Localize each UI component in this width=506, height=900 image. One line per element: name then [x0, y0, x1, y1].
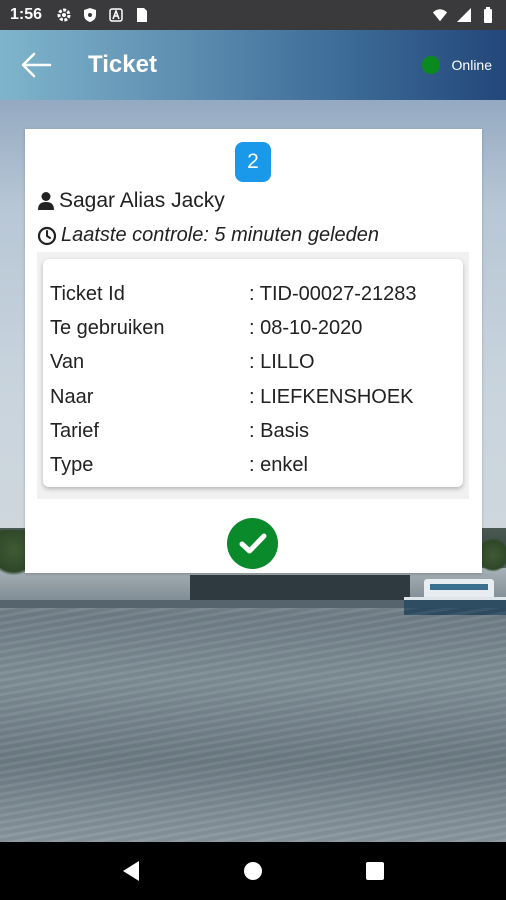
ticket-count-badge: 2	[235, 142, 271, 182]
clock-icon	[37, 226, 57, 245]
online-indicator	[421, 56, 440, 74]
user-icon	[38, 192, 54, 210]
wifi-icon	[432, 7, 448, 23]
detail-row-to: Naar : LIEFKENSHOEK	[43, 380, 463, 414]
status-icons-left	[56, 7, 150, 23]
online-label: Online	[451, 57, 492, 73]
detail-value: : LIEFKENSHOEK	[249, 385, 414, 408]
detail-label: Naar	[50, 385, 94, 408]
sim-icon	[134, 7, 150, 23]
barge	[190, 575, 410, 603]
detail-value: : Basis	[249, 419, 310, 442]
detail-value: : enkel	[249, 454, 308, 477]
navigation-bar	[0, 842, 506, 900]
status-time: 1:56	[10, 6, 43, 23]
last-check-text: Laatste controle: 5 minuten geleden	[61, 224, 379, 246]
detail-row-ticket-id: Ticket Id : TID-00027-21283	[43, 277, 463, 311]
arrow-left-icon	[21, 52, 52, 78]
status-bar: 1:56	[0, 0, 506, 30]
back-triangle-icon	[123, 861, 139, 881]
detail-value: : 08-10-2020	[249, 316, 363, 339]
connection-status: Online	[421, 56, 492, 74]
app-header: Ticket Online	[0, 30, 506, 100]
page-title: Ticket	[88, 51, 157, 78]
a-icon	[108, 7, 124, 23]
back-button[interactable]	[16, 45, 56, 85]
detail-value: : TID-00027-21283	[249, 282, 417, 305]
detail-row-from: Van : LILLO	[43, 346, 463, 380]
shield-icon	[82, 7, 98, 23]
ticket-card: 2 Sagar Alias Jacky Laatste controle: 5 …	[25, 129, 482, 573]
checkmark-icon	[239, 533, 266, 553]
detail-value: : LILLO	[249, 351, 315, 374]
detail-row-fare: Tarief : Basis	[43, 414, 463, 448]
ticket-details: Ticket Id : TID-00027-21283 Te gebruiken…	[43, 259, 463, 487]
signal-icon	[456, 7, 472, 23]
battery-icon	[480, 7, 496, 23]
nav-back-button[interactable]	[111, 851, 151, 891]
status-icons-right	[432, 7, 496, 23]
detail-row-type: Type : enkel	[43, 448, 463, 482]
home-circle-icon	[244, 862, 262, 880]
recents-square-icon	[366, 862, 384, 880]
trees	[480, 535, 506, 575]
water	[0, 608, 506, 842]
validated-check	[227, 518, 278, 569]
nav-recents-button[interactable]	[355, 851, 395, 891]
detail-row-date: Te gebruiken : 08-10-2020	[43, 311, 463, 345]
detail-label: Tarief	[50, 419, 99, 442]
detail-label: Ticket Id	[50, 282, 125, 305]
last-check-row: Laatste controle: 5 minuten geleden	[37, 224, 379, 247]
user-name: Sagar Alias Jacky	[59, 189, 225, 212]
settings-icon	[56, 7, 72, 23]
detail-label: Te gebruiken	[50, 316, 165, 339]
nav-home-button[interactable]	[233, 851, 273, 891]
detail-label: Type	[50, 454, 94, 477]
detail-label: Van	[50, 351, 85, 374]
user-row: Sagar Alias Jacky	[37, 189, 225, 213]
